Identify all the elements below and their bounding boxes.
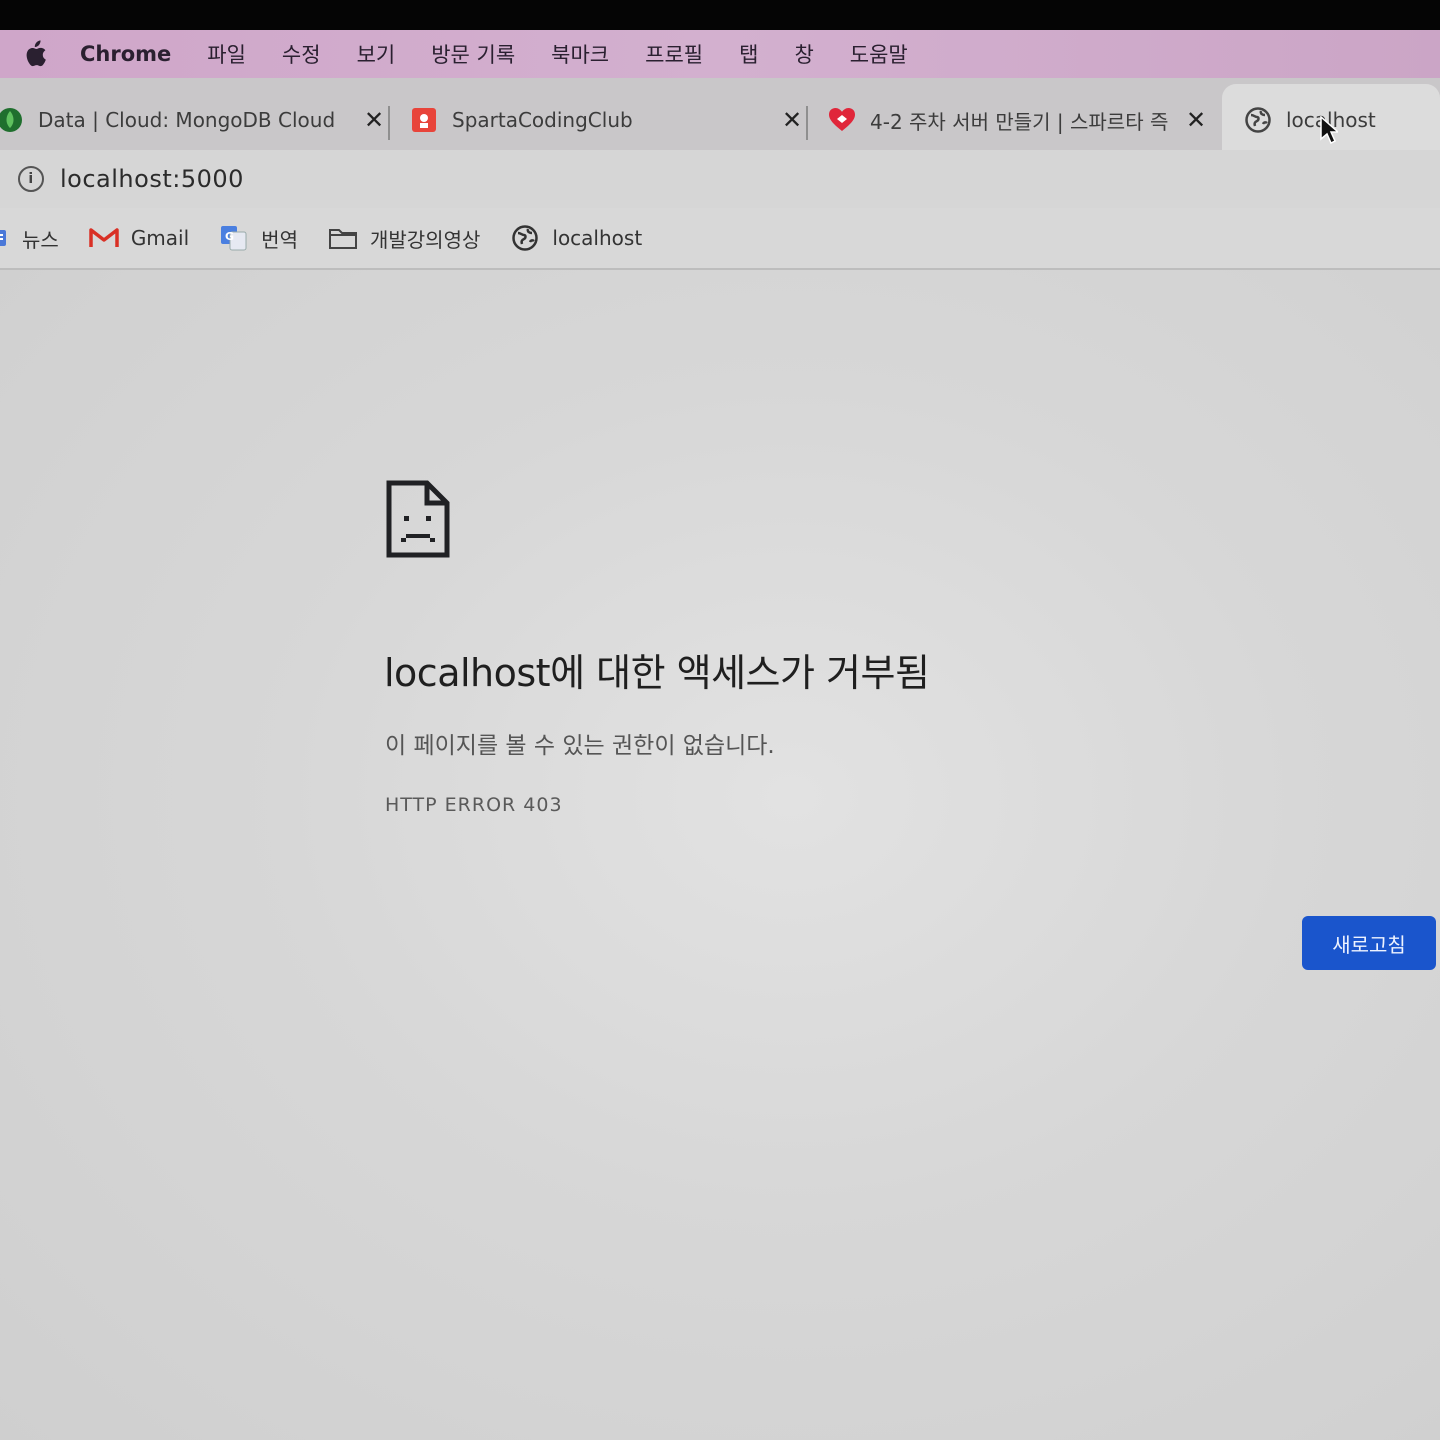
bookmark-localhost[interactable]: localhost [510,225,642,251]
sad-page-icon [386,480,450,558]
menu-app-chrome[interactable]: Chrome [80,42,171,66]
sparta-logo-icon [410,106,438,134]
tab-spartacodingclub[interactable]: SpartaCodingClub ✕ [390,84,808,156]
close-icon[interactable]: ✕ [364,106,384,134]
menu-profile[interactable]: 프로필 [645,39,703,69]
bookmark-folder-dev-lectures[interactable]: 개발강의영상 [328,224,480,253]
info-icon[interactable]: i [18,166,44,192]
page-content: localhost에 대한 액세스가 거부됨 이 페이지를 볼 수 있는 권한이… [0,270,1440,1440]
omnibox[interactable]: i localhost:5000 [18,165,244,193]
error-description: 이 페이지를 볼 수 있는 권한이 없습니다. [385,733,775,759]
bookmark-label: 개발강의영상 [369,227,481,252]
tab-strip: Data | Cloud: MongoDB Cloud ✕ SpartaCodi… [0,78,1440,156]
menu-file[interactable]: 파일 [207,39,246,69]
bookmark-label: 번역 [261,227,298,252]
error-code: HTTP ERROR 403 [385,794,563,816]
menu-tab[interactable]: 탭 [739,39,758,69]
error-title: localhost에 대한 액세스가 거부됨 [384,651,930,695]
screen-bezel [0,0,1440,34]
globe-icon [510,225,540,251]
tab-mongodb[interactable]: Data | Cloud: MongoDB Cloud ✕ [0,84,390,156]
bookmark-translate[interactable]: G 번역 [219,224,298,253]
close-icon[interactable]: ✕ [1186,106,1206,134]
mongodb-leaf-icon [0,106,24,134]
bookmark-label: Gmail [130,226,190,250]
folder-icon [328,225,358,251]
heart-logo-icon [828,106,856,134]
menu-help[interactable]: 도움말 [850,39,908,69]
bookmark-label: 뉴스 [22,227,59,252]
tab-server-lesson[interactable]: 4-2 주차 서버 만들기 | 스파르타 즉 ✕ [808,84,1222,156]
tab-title: SpartaCodingClub [452,108,633,132]
url-text[interactable]: localhost:5000 [60,165,244,193]
bookmark-gmail[interactable]: Gmail [89,225,189,251]
bookmark-news[interactable]: 뉴스 [0,224,59,253]
close-icon[interactable]: ✕ [782,106,802,134]
apple-icon[interactable] [22,40,48,68]
news-icon [0,225,10,251]
menu-edit[interactable]: 수정 [282,39,321,69]
menu-window[interactable]: 창 [794,39,813,69]
tab-title: Data | Cloud: MongoDB Cloud [38,108,336,132]
menu-view[interactable]: 보기 [357,39,396,69]
gmail-icon [89,225,119,251]
mac-menubar: Chrome 파일 수정 보기 방문 기록 북마크 프로필 탭 창 도움말 [0,30,1440,78]
reload-button[interactable]: 새로고침 [1302,916,1436,970]
globe-icon [1244,106,1272,134]
mouse-cursor-icon [1320,115,1340,145]
tab-title: 4-2 주차 서버 만들기 | 스파르타 즉 [870,109,1169,134]
bookmark-label: localhost [552,226,643,250]
menu-history[interactable]: 방문 기록 [431,39,515,69]
translate-icon: G [219,225,249,251]
bookmarks-bar: 뉴스 Gmail G 번역 개발강의영상 localhost [0,208,1440,270]
menu-bookmarks[interactable]: 북마크 [551,39,609,69]
address-bar[interactable]: i localhost:5000 [0,150,1440,208]
svg-text:G: G [225,230,234,243]
